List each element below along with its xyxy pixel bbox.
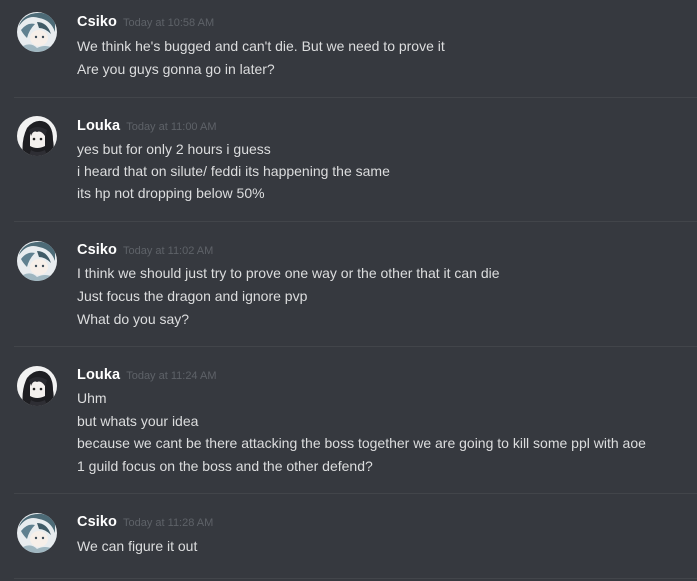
message-header: Louka Today at 11:00 AM (77, 117, 217, 137)
username[interactable]: Louka (77, 367, 120, 383)
message-text: Are you guys gonna go in later? (77, 61, 275, 77)
timestamp[interactable]: Today at 11:24 AM (126, 370, 216, 382)
dark-hair-avatar[interactable] (17, 116, 57, 156)
message-divider (14, 578, 697, 579)
dark-hair-avatar[interactable] (17, 366, 57, 406)
message-divider (14, 221, 697, 222)
message-header: Louka Today at 11:24 AM (77, 366, 217, 386)
anime-girl-avatar[interactable] (17, 12, 57, 52)
anime-girl-avatar[interactable] (17, 513, 57, 553)
message-text: Just focus the dragon and ignore pvp (77, 288, 308, 304)
message-divider (14, 493, 697, 494)
message-text: yes but for only 2 hours i guess (77, 141, 271, 157)
message-divider (14, 346, 697, 347)
message-header: Csiko Today at 11:28 AM (77, 513, 213, 533)
message-text: i heard that on silute/ feddi its happen… (77, 163, 390, 179)
username[interactable]: Csiko (77, 242, 117, 258)
timestamp[interactable]: Today at 11:02 AM (123, 245, 213, 257)
username[interactable]: Csiko (77, 514, 117, 530)
message-text: We can figure it out (77, 538, 198, 554)
chat-messages: Csiko Today at 10:58 AM We think he's bug… (0, 0, 697, 581)
message-text: because we cant be there attacking the b… (77, 435, 646, 451)
username[interactable]: Csiko (77, 14, 117, 30)
message-text: but whats your idea (77, 413, 199, 429)
message-text: its hp not dropping below 50% (77, 185, 265, 201)
message-text: 1 guild focus on the boss and the other … (77, 458, 373, 474)
timestamp[interactable]: Today at 11:28 AM (123, 517, 213, 529)
timestamp[interactable]: Today at 10:58 AM (123, 17, 214, 29)
username[interactable]: Louka (77, 118, 120, 134)
anime-girl-avatar[interactable] (17, 241, 57, 281)
message-text: I think we should just try to prove one … (77, 265, 500, 281)
message-text: What do you say? (77, 311, 190, 327)
message-text: Uhm (77, 390, 107, 406)
message-divider (14, 97, 697, 98)
message-header: Csiko Today at 11:02 AM (77, 241, 213, 261)
message-header: Csiko Today at 10:58 AM (77, 13, 214, 33)
message-text: We think he's bugged and can't die. But … (77, 38, 445, 54)
timestamp[interactable]: Today at 11:00 AM (126, 121, 216, 133)
